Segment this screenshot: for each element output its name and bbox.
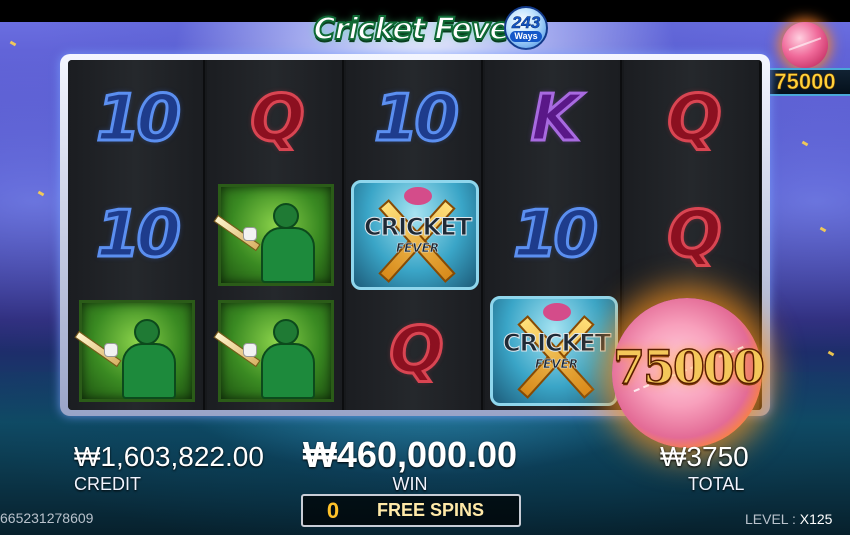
reel-column: K 10 CRICKET FEVER bbox=[485, 60, 622, 410]
batsman-glove bbox=[242, 227, 257, 241]
ways-number: 243 bbox=[511, 12, 541, 32]
level-indicator: LEVEL : X125 bbox=[745, 511, 832, 527]
round-id: 665231278609 bbox=[0, 510, 94, 526]
level-label: LEVEL : bbox=[745, 511, 800, 527]
batsman-head bbox=[272, 319, 299, 345]
confetti bbox=[819, 226, 827, 233]
symbol-10: 10 bbox=[94, 197, 182, 274]
scatter-line2: FEVER bbox=[395, 241, 440, 256]
cricket-fever-scatter-icon: CRICKET FEVER bbox=[489, 296, 618, 406]
cricket-fever-scatter-icon: CRICKET FEVER bbox=[350, 180, 479, 290]
batsman-head bbox=[133, 319, 160, 345]
batsman-body bbox=[121, 343, 176, 399]
symbol-q: Q bbox=[666, 197, 723, 274]
batsman-symbol-icon bbox=[73, 300, 195, 402]
symbol-10: 10 bbox=[372, 81, 460, 158]
confetti bbox=[9, 40, 17, 47]
reel-cell: CRICKET FEVER bbox=[346, 177, 483, 293]
total-bet-value: ₩3750 bbox=[660, 441, 749, 472]
credit-value: ₩1,603,822.00 bbox=[74, 441, 264, 472]
reel-cell: CRICKET FEVER bbox=[485, 293, 622, 409]
batsman-glove bbox=[242, 343, 257, 357]
reel-cell: 10 bbox=[68, 177, 205, 293]
reel-cell: Q bbox=[624, 177, 761, 293]
symbol-k: K bbox=[529, 81, 582, 158]
cricket-ball-icon bbox=[782, 22, 828, 68]
free-spins-counter: 0 FREE SPINS bbox=[301, 494, 521, 527]
reel-cell: Q bbox=[624, 61, 761, 177]
scatter-line1: CRICKET bbox=[364, 213, 473, 242]
scatter-line1: CRICKET bbox=[503, 329, 612, 358]
symbol-q: Q bbox=[249, 81, 306, 158]
jackpot-plate: 75000 bbox=[758, 68, 850, 96]
confetti bbox=[827, 350, 835, 357]
batsman-symbol-icon bbox=[212, 300, 334, 402]
reel-cell: K bbox=[485, 61, 622, 177]
reel-column: 10 10 bbox=[68, 60, 205, 410]
win-value: ₩460,000.00 bbox=[302, 434, 518, 475]
symbol-10: 10 bbox=[94, 81, 182, 158]
reel-cell bbox=[207, 293, 344, 409]
reel-cell: 10 bbox=[68, 61, 205, 177]
confetti bbox=[801, 140, 809, 147]
batsman-body bbox=[260, 343, 315, 399]
scatter-line2: FEVER bbox=[534, 357, 579, 372]
scatter-ball bbox=[542, 303, 571, 321]
reel-cell bbox=[207, 177, 344, 293]
batsman-head bbox=[272, 203, 299, 229]
logo-title: Cricket Fever bbox=[312, 11, 524, 48]
jackpot-display: 75000 bbox=[758, 22, 850, 122]
fireball-win-value: 75000 bbox=[612, 339, 766, 395]
batsman-glove bbox=[103, 343, 118, 357]
reel-cell: 10 bbox=[346, 61, 483, 177]
reel-cell: 10 bbox=[485, 177, 622, 293]
game-logo: Cricket Fever 243 Ways bbox=[290, 4, 548, 54]
scatter-ball bbox=[403, 187, 432, 205]
credit-label: CREDIT bbox=[74, 474, 141, 494]
level-value: X125 bbox=[799, 511, 833, 527]
total-bet-label: TOTAL bbox=[688, 474, 745, 494]
reel-column: 10 CRICKET FEVER Q bbox=[346, 60, 483, 410]
ways-badge: 243 Ways bbox=[504, 6, 548, 50]
reel-cell bbox=[68, 293, 205, 409]
jackpot-value: 75000 bbox=[774, 69, 836, 95]
batsman-symbol-icon bbox=[212, 184, 334, 286]
reel-column: Q bbox=[207, 60, 344, 410]
free-spins-count: 0 bbox=[326, 497, 340, 523]
confetti bbox=[37, 190, 45, 197]
ways-word: Ways bbox=[510, 30, 542, 42]
batsman-body bbox=[260, 227, 315, 283]
symbol-q: Q bbox=[388, 313, 445, 390]
symbol-q: Q bbox=[666, 81, 723, 158]
reel-cell: Q bbox=[207, 61, 344, 177]
win-label: WIN bbox=[392, 474, 428, 494]
symbol-10: 10 bbox=[511, 197, 599, 274]
reel-cell: Q bbox=[346, 293, 483, 409]
free-spins-label: FREE SPINS bbox=[377, 500, 485, 520]
